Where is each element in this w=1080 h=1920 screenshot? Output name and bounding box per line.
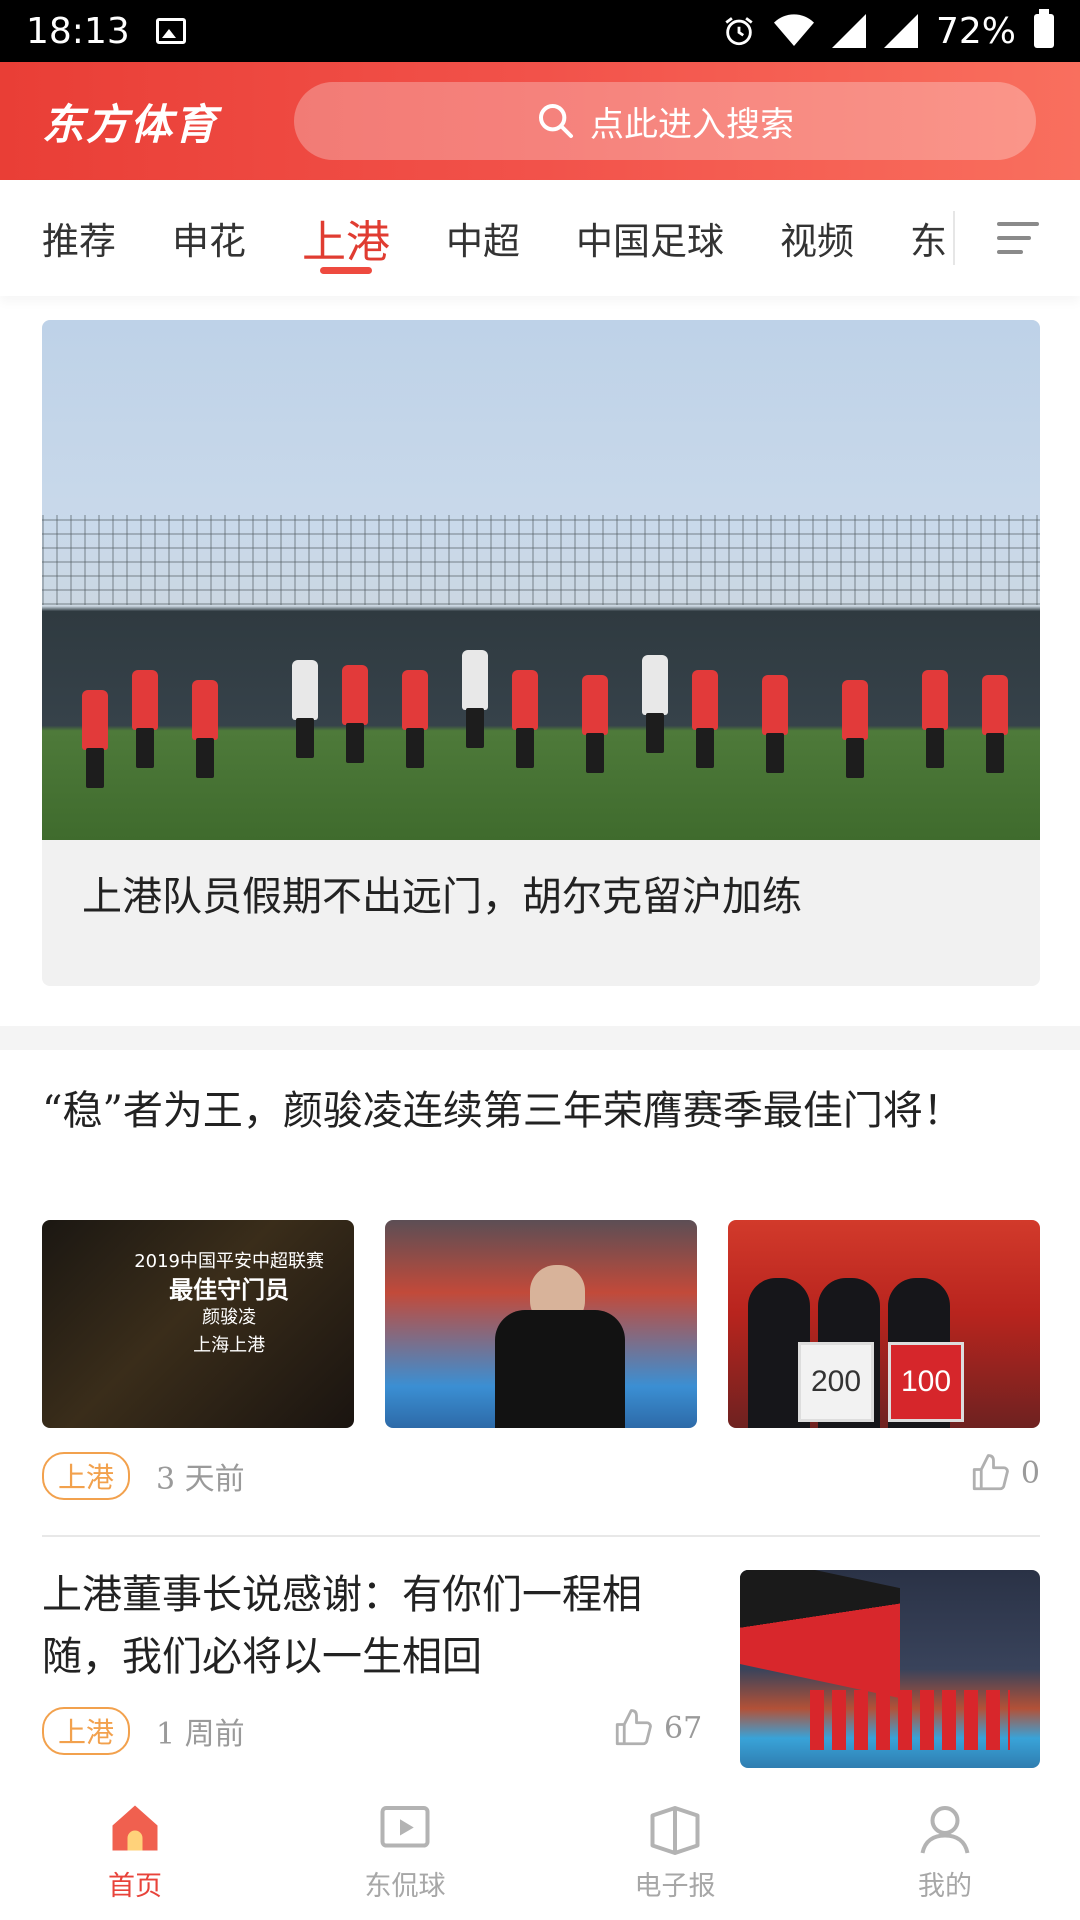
article-tag-2[interactable]: 上港 bbox=[42, 1707, 131, 1755]
thumbnail-team-flag[interactable] bbox=[740, 1570, 1040, 1768]
search-icon bbox=[539, 104, 573, 138]
play-icon bbox=[380, 1805, 430, 1847]
fence-graphic bbox=[42, 515, 1040, 605]
user-icon bbox=[920, 1805, 970, 1854]
tab-recommend[interactable]: 推荐 bbox=[42, 180, 116, 296]
battery-icon bbox=[1034, 9, 1054, 48]
battery-percent: 72% bbox=[935, 10, 1016, 52]
app-header: 东方体育 点此进入搜索 bbox=[0, 62, 1080, 180]
bottom-navigation: 首页 东侃球 电子报 我的 bbox=[0, 1780, 1080, 1920]
feature-card[interactable]: 上港队员假期不出远门，胡尔克留沪加练 bbox=[42, 320, 1040, 986]
section-gap bbox=[0, 1026, 1080, 1050]
status-time: 18:13 bbox=[26, 10, 130, 52]
feature-title: 上港队员假期不出远门，胡尔克留沪加练 bbox=[82, 874, 802, 920]
nav-newspaper[interactable]: 电子报 bbox=[540, 1780, 810, 1920]
award-text-title: 最佳守门员 bbox=[169, 1276, 290, 1304]
signal-icon-2 bbox=[883, 14, 918, 48]
like-button[interactable]: 0 bbox=[969, 1452, 1040, 1494]
shirt-number-100: 100 bbox=[888, 1342, 964, 1422]
nav-home-label: 首页 bbox=[108, 1870, 162, 1902]
search-bar[interactable]: 点此进入搜索 bbox=[294, 82, 1036, 160]
players-graphic bbox=[42, 650, 1040, 790]
thumbnail-goalkeeper bbox=[385, 1220, 697, 1428]
thumbnail-award: 2019中国平安中超联赛 最佳守门员 颜骏凌 上海上港 bbox=[42, 1220, 354, 1428]
tab-china-football[interactable]: 中国足球 bbox=[576, 180, 724, 296]
article-meta-2: 上港 1 周前 bbox=[42, 1707, 245, 1755]
nav-talk-label: 东侃球 bbox=[364, 1870, 446, 1902]
search-placeholder: 点此进入搜索 bbox=[590, 104, 794, 145]
award-text-team: 上海上港 bbox=[193, 1335, 266, 1356]
like-count-2: 67 bbox=[664, 1710, 703, 1746]
list-divider bbox=[42, 1535, 1040, 1537]
category-tabs: 推荐 申花 上港 中超 中国足球 视频 东 bbox=[0, 180, 1080, 296]
article-thumbnails[interactable]: 2019中国平安中超联赛 最佳守门员 颜骏凌 上海上港 200 100 bbox=[42, 1220, 1040, 1428]
thumbs-up-icon bbox=[972, 1454, 1009, 1491]
award-text-league: 2019中国平安中超联赛 bbox=[134, 1251, 324, 1272]
nav-newspaper-label: 电子报 bbox=[634, 1870, 716, 1902]
article-tag[interactable]: 上港 bbox=[42, 1452, 131, 1500]
feature-image bbox=[42, 320, 1040, 840]
tab-video[interactable]: 视频 bbox=[780, 180, 854, 296]
wifi-icon bbox=[773, 14, 814, 46]
signal-icon bbox=[831, 14, 866, 48]
newspaper-icon bbox=[650, 1805, 700, 1855]
thumbnail-ceremony: 200 100 bbox=[728, 1220, 1040, 1428]
nav-home[interactable]: 首页 bbox=[0, 1780, 270, 1920]
nav-profile-label: 我的 bbox=[918, 1870, 972, 1902]
home-icon bbox=[112, 1805, 158, 1850]
tab-partial[interactable]: 东 bbox=[910, 180, 947, 296]
article-time: 3 天前 bbox=[156, 1462, 245, 1497]
tab-shanggang[interactable]: 上港 bbox=[302, 180, 390, 296]
nav-profile[interactable]: 我的 bbox=[810, 1780, 1080, 1920]
app-logo[interactable]: 东方体育 bbox=[42, 91, 262, 152]
tab-csl[interactable]: 中超 bbox=[446, 180, 520, 296]
article-meta: 上港 3 天前 bbox=[42, 1452, 245, 1500]
tab-shenhua[interactable]: 申花 bbox=[172, 180, 246, 296]
article-title-2[interactable]: 上港董事长说感谢：有你们一程相随，我们必将以一生相回 bbox=[42, 1564, 692, 1688]
award-text-name: 颜骏凌 bbox=[202, 1307, 257, 1328]
like-button-2[interactable]: 67 bbox=[612, 1707, 702, 1749]
status-bar: 18:13 72% bbox=[0, 0, 1080, 62]
channel-menu-icon[interactable] bbox=[955, 180, 1080, 296]
article-time-2: 1 周前 bbox=[156, 1717, 245, 1752]
shirt-number-200: 200 bbox=[798, 1342, 874, 1422]
nav-talk[interactable]: 东侃球 bbox=[270, 1780, 540, 1920]
like-count: 0 bbox=[1020, 1455, 1040, 1491]
alarm-icon bbox=[725, 17, 753, 46]
thumbs-up-icon bbox=[615, 1709, 652, 1746]
image-notification-icon bbox=[155, 18, 186, 44]
article-title[interactable]: “稳”者为王，颜骏凌连续第三年荣膺赛季最佳门将！ bbox=[42, 1080, 1002, 1142]
